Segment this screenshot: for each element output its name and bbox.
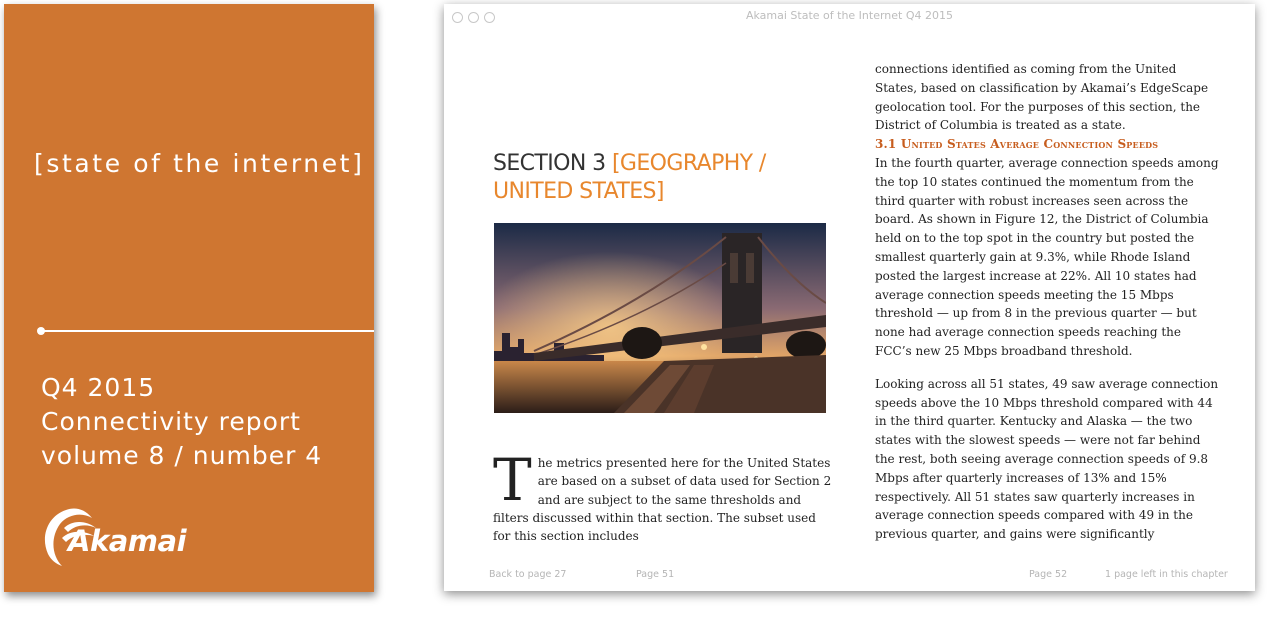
cover-report-name: Connectivity report <box>41 407 301 436</box>
bridge-photo <box>494 223 826 413</box>
bridge-image <box>494 223 826 413</box>
paragraph-1: connections identified as coming from th… <box>875 62 1209 133</box>
left-page-number: Page 51 <box>636 569 675 580</box>
section-heading: SECTION 3 [GEOGRAPHY / UNITED STATES] <box>493 150 766 206</box>
paragraph-3: Looking across all 51 states, 49 saw ave… <box>875 376 1219 542</box>
cover-volume: volume 8 / number 4 <box>41 441 323 470</box>
pages-left-in-chapter: 1 page left in this chapter <box>1105 569 1228 580</box>
window-title: Akamai State of the Internet Q4 2015 <box>745 9 954 22</box>
cover-info: Q4 2015 Connectivity report volume 8 / n… <box>41 371 322 473</box>
akamai-logo: Akamai <box>38 502 198 572</box>
right-page-number: Page 52 <box>1029 569 1068 580</box>
cover-title: [state of the internet] <box>34 149 365 178</box>
paragraph-2: In the fourth quarter, average connectio… <box>875 155 1219 358</box>
section-title-line1: [GEOGRAPHY / <box>611 151 766 176</box>
section-title-line2: UNITED STATES] <box>493 179 664 204</box>
cover-quarter: Q4 2015 <box>41 373 156 402</box>
section-number: SECTION 3 <box>493 151 606 176</box>
cover-rule <box>40 330 374 332</box>
reader-window: Akamai State of the Internet Q4 2015 SEC… <box>444 4 1255 591</box>
drop-cap: T <box>493 446 532 514</box>
book-cover[interactable]: [state of the internet] Q4 2015 Connecti… <box>4 4 374 592</box>
akamai-logo-text: Akamai <box>68 524 187 558</box>
right-page-column: connections identified as coming from th… <box>875 60 1219 544</box>
intro-paragraph: The metrics presented here for the Unite… <box>493 446 833 545</box>
subsection-heading: 3.1 United States Average Connection Spe… <box>875 137 1159 152</box>
back-to-page-link[interactable]: Back to page 27 <box>489 569 566 580</box>
intro-text: he metrics presented here for the United… <box>493 456 832 544</box>
